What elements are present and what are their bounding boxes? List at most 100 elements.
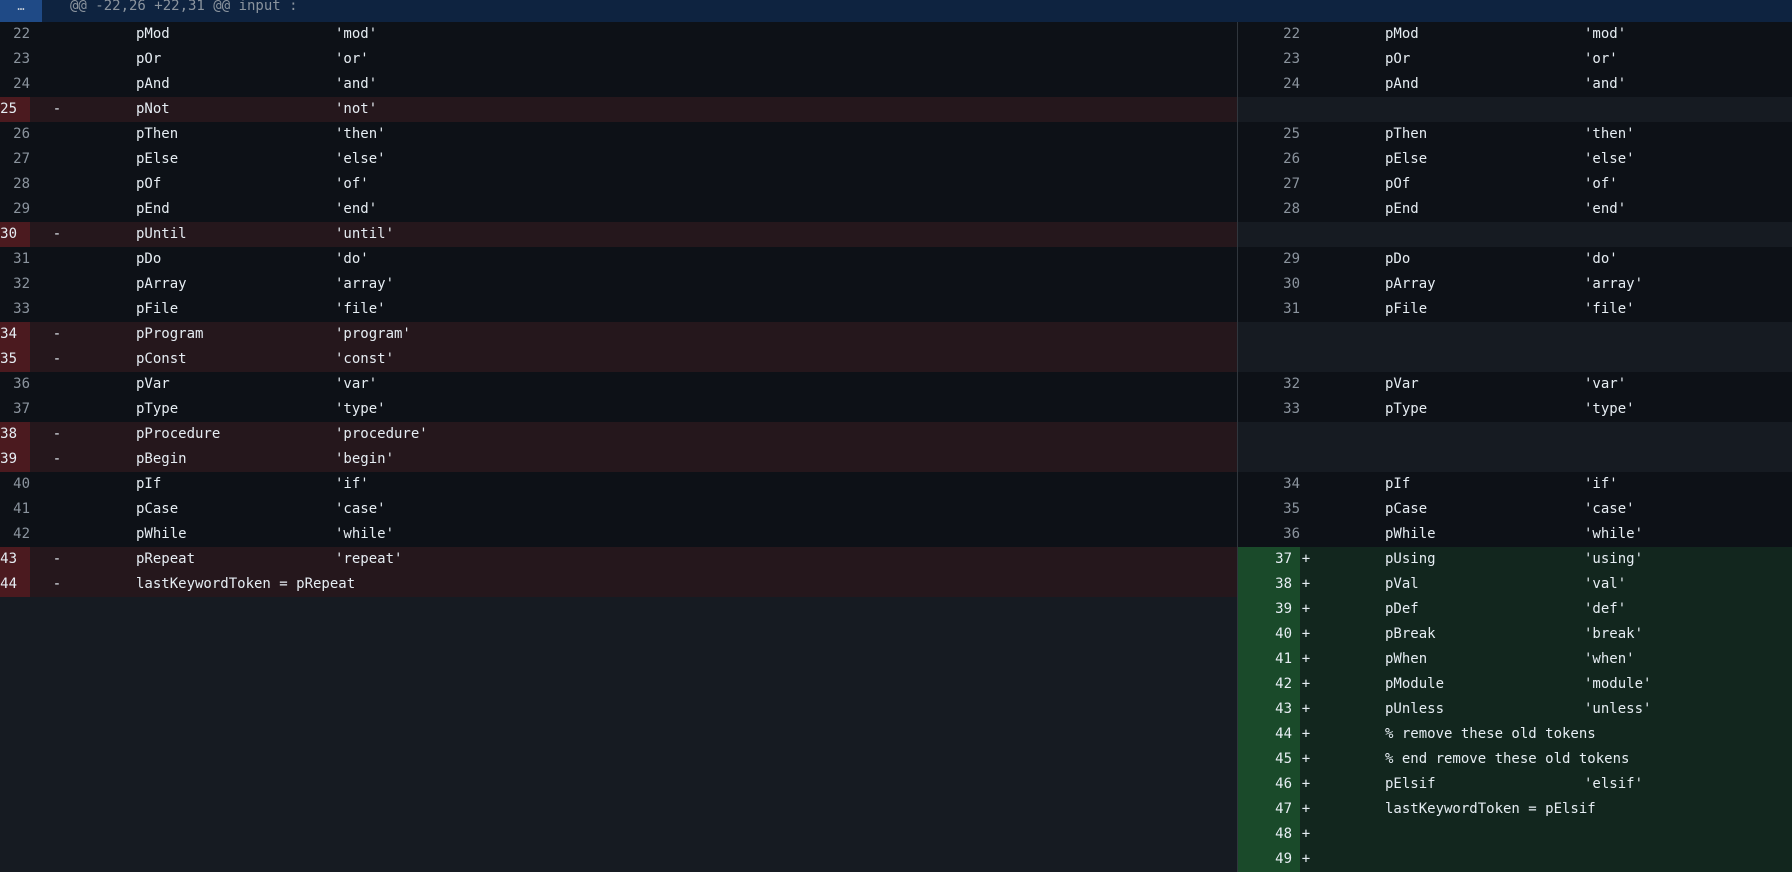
context-line[interactable]: 26 pThen 'then' — [0, 122, 1237, 147]
added-line[interactable]: 49 + — [1238, 847, 1792, 872]
line-number[interactable]: 32 — [1238, 372, 1300, 397]
line-number[interactable]: 35 — [1238, 497, 1300, 522]
line-number[interactable]: 29 — [0, 197, 30, 222]
line-number[interactable]: 22 — [0, 22, 30, 47]
line-number[interactable]: 41 — [0, 497, 30, 522]
deleted-line[interactable]: 39 - pBegin 'begin' — [0, 447, 1237, 472]
deleted-line[interactable]: 25 - pNot 'not' — [0, 97, 1237, 122]
line-number[interactable] — [1238, 97, 1300, 122]
line-number[interactable]: 32 — [0, 272, 30, 297]
line-number[interactable]: 28 — [1238, 197, 1300, 222]
added-line[interactable]: 37 + pUsing 'using' — [1238, 547, 1792, 572]
added-line[interactable]: 47 + lastKeywordToken = pElsif — [1238, 797, 1792, 822]
deleted-line[interactable]: 43 - pRepeat 'repeat' — [0, 547, 1237, 572]
context-line[interactable]: 40 pIf 'if' — [0, 472, 1237, 497]
line-number[interactable]: 42 — [1238, 672, 1300, 697]
context-line[interactable]: 29 pDo 'do' — [1238, 247, 1792, 272]
added-line[interactable]: 44 + % remove these old tokens — [1238, 722, 1792, 747]
line-number[interactable]: 27 — [1238, 172, 1300, 197]
added-line[interactable]: 40 + pBreak 'break' — [1238, 622, 1792, 647]
line-number[interactable]: 48 — [1238, 822, 1300, 847]
added-line[interactable]: 46 + pElsif 'elsif' — [1238, 772, 1792, 797]
deleted-line[interactable]: 34 - pProgram 'program' — [0, 322, 1237, 347]
line-number[interactable]: 43 — [1238, 697, 1300, 722]
line-number[interactable]: 38 — [1238, 572, 1300, 597]
line-number[interactable]: 25 — [1238, 122, 1300, 147]
empty-filler-row[interactable] — [1238, 322, 1792, 347]
line-number[interactable] — [1238, 422, 1300, 447]
line-number[interactable]: 47 — [1238, 797, 1300, 822]
context-line[interactable]: 30 pArray 'array' — [1238, 272, 1792, 297]
line-number[interactable]: 30 — [1238, 272, 1300, 297]
empty-filler-row[interactable] — [1238, 222, 1792, 247]
context-line[interactable]: 36 pVar 'var' — [0, 372, 1237, 397]
context-line[interactable]: 28 pEnd 'end' — [1238, 197, 1792, 222]
empty-filler-row[interactable] — [1238, 347, 1792, 372]
line-number[interactable]: 42 — [0, 522, 30, 547]
empty-filler-row[interactable] — [1238, 447, 1792, 472]
line-number[interactable] — [1238, 447, 1300, 472]
context-line[interactable]: 33 pType 'type' — [1238, 397, 1792, 422]
context-line[interactable]: 23 pOr 'or' — [0, 47, 1237, 72]
context-line[interactable]: 33 pFile 'file' — [0, 297, 1237, 322]
deleted-line[interactable]: 44 - lastKeywordToken = pRepeat — [0, 572, 1237, 597]
context-line[interactable]: 27 pOf 'of' — [1238, 172, 1792, 197]
context-line[interactable]: 29 pEnd 'end' — [0, 197, 1237, 222]
line-number[interactable]: 38 — [0, 422, 30, 447]
line-number[interactable]: 33 — [1238, 397, 1300, 422]
context-line[interactable]: 25 pThen 'then' — [1238, 122, 1792, 147]
context-line[interactable]: 23 pOr 'or' — [1238, 47, 1792, 72]
context-line[interactable]: 31 pDo 'do' — [0, 247, 1237, 272]
line-number[interactable]: 39 — [0, 447, 30, 472]
line-number[interactable]: 31 — [0, 247, 30, 272]
line-number[interactable]: 30 — [0, 222, 30, 247]
line-number[interactable]: 25 — [0, 97, 30, 122]
context-line[interactable]: 35 pCase 'case' — [1238, 497, 1792, 522]
context-line[interactable]: 22 pMod 'mod' — [1238, 22, 1792, 47]
line-number[interactable]: 29 — [1238, 247, 1300, 272]
context-line[interactable]: 24 pAnd 'and' — [1238, 72, 1792, 97]
line-number[interactable]: 24 — [1238, 72, 1300, 97]
line-number[interactable]: 37 — [1238, 547, 1300, 572]
context-line[interactable]: 41 pCase 'case' — [0, 497, 1237, 522]
line-number[interactable]: 43 — [0, 547, 30, 572]
context-line[interactable]: 22 pMod 'mod' — [0, 22, 1237, 47]
line-number[interactable]: 44 — [1238, 722, 1300, 747]
context-line[interactable]: 32 pArray 'array' — [0, 272, 1237, 297]
context-line[interactable]: 28 pOf 'of' — [0, 172, 1237, 197]
context-line[interactable]: 42 pWhile 'while' — [0, 522, 1237, 547]
context-line[interactable]: 34 pIf 'if' — [1238, 472, 1792, 497]
line-number[interactable] — [1238, 347, 1300, 372]
line-number[interactable]: 40 — [1238, 622, 1300, 647]
expand-hunk-button[interactable]: … — [0, 0, 42, 22]
context-line[interactable]: 26 pElse 'else' — [1238, 147, 1792, 172]
line-number[interactable]: 39 — [1238, 597, 1300, 622]
line-number[interactable]: 26 — [0, 122, 30, 147]
line-number[interactable]: 49 — [1238, 847, 1300, 872]
deleted-line[interactable]: 30 - pUntil 'until' — [0, 222, 1237, 247]
line-number[interactable] — [1238, 222, 1300, 247]
line-number[interactable]: 23 — [1238, 47, 1300, 72]
line-number[interactable]: 44 — [0, 572, 30, 597]
context-line[interactable]: 36 pWhile 'while' — [1238, 522, 1792, 547]
added-line[interactable]: 41 + pWhen 'when' — [1238, 647, 1792, 672]
context-line[interactable]: 31 pFile 'file' — [1238, 297, 1792, 322]
context-line[interactable]: 32 pVar 'var' — [1238, 372, 1792, 397]
deleted-line[interactable]: 35 - pConst 'const' — [0, 347, 1237, 372]
line-number[interactable]: 36 — [0, 372, 30, 397]
line-number[interactable]: 28 — [0, 172, 30, 197]
added-line[interactable]: 42 + pModule 'module' — [1238, 672, 1792, 697]
context-line[interactable]: 27 pElse 'else' — [0, 147, 1237, 172]
line-number[interactable]: 45 — [1238, 747, 1300, 772]
line-number[interactable]: 22 — [1238, 22, 1300, 47]
line-number[interactable]: 26 — [1238, 147, 1300, 172]
line-number[interactable]: 27 — [0, 147, 30, 172]
line-number[interactable]: 46 — [1238, 772, 1300, 797]
line-number[interactable] — [1238, 322, 1300, 347]
line-number[interactable]: 37 — [0, 397, 30, 422]
line-number[interactable]: 31 — [1238, 297, 1300, 322]
added-line[interactable]: 45 + % end remove these old tokens — [1238, 747, 1792, 772]
added-line[interactable]: 48 + — [1238, 822, 1792, 847]
context-line[interactable]: 37 pType 'type' — [0, 397, 1237, 422]
empty-filler-row[interactable] — [1238, 422, 1792, 447]
